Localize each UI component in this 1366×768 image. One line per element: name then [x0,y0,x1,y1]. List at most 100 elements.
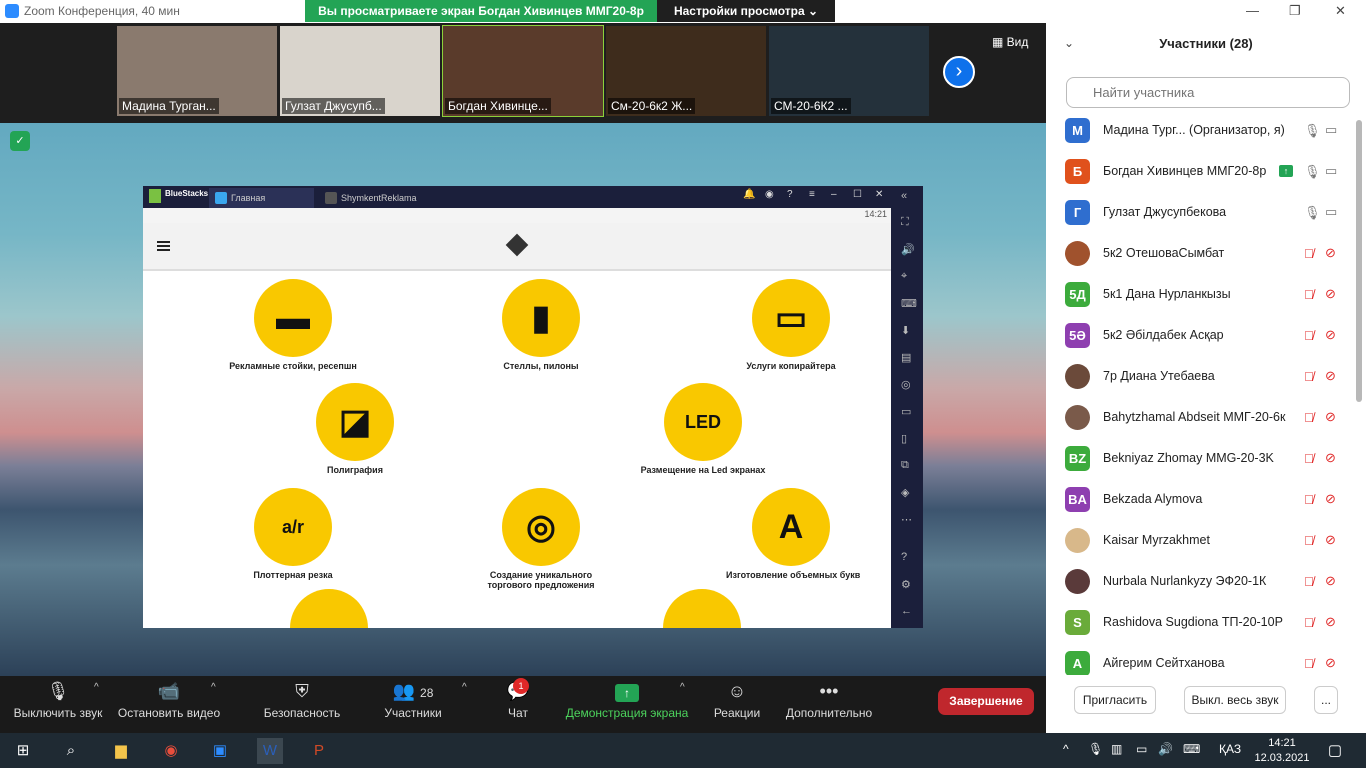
mic-muted-icon[interactable]: 🎙̸ [1304,492,1314,507]
view-button[interactable]: ▦ Вид [992,35,1028,49]
pointer-icon[interactable]: ⌖ [901,270,907,283]
mic-muted-icon[interactable]: 🎙̸ [1304,451,1314,466]
video-off-icon[interactable]: ⊘ [1325,491,1336,507]
volume-icon[interactable]: 🔊 [901,243,915,256]
record-icon[interactable]: ▭ [901,405,911,418]
video-camera-icon[interactable]: ▭ [1325,122,1337,138]
video-off-icon[interactable]: ⊘ [1325,286,1336,302]
service-icon[interactable] [290,589,368,628]
view-settings-button[interactable]: Настройки просмотра ⌄ [657,0,835,22]
screenshot-icon[interactable]: ◎ [901,378,911,391]
collapse-icon[interactable]: « [901,190,907,202]
security-button[interactable]: ⛨ Безопасность [258,676,346,733]
search-input[interactable] [1066,77,1350,108]
participant-row[interactable]: 5Д 5к1 Дана Нурланкызы 🎙̸ ⊘ [1046,275,1366,316]
microphone-icon[interactable]: 🎙 [1088,742,1103,756]
panel-more-button[interactable]: ... [1314,686,1338,714]
location-icon[interactable]: ◈ [901,486,909,499]
video-thumbnail[interactable]: СМ-20-6К2 ... [769,26,929,116]
menu-icon[interactable]: ≡ [809,189,815,200]
participant-row[interactable]: Bahytzhamal Abdseit ММГ-20-6к 🎙̸ ⊘ [1046,398,1366,439]
file-explorer-icon[interactable]: ▆ [108,738,134,764]
mic-muted-icon[interactable]: 🎙̸ [1304,410,1314,425]
video-off-icon[interactable]: ⊘ [1325,409,1336,425]
chevron-up-icon[interactable]: ^ [462,682,467,693]
participant-row[interactable]: BA Bekzada Alymova 🎙̸ ⊘ [1046,480,1366,521]
settings-icon[interactable]: ⚙ [901,578,911,591]
participants-button[interactable]: 👥 28 Участники ^ [378,676,466,733]
service-icon[interactable] [663,589,741,628]
mic-muted-icon[interactable]: 🎙̸ [1304,533,1314,548]
video-thumbnail[interactable]: Богдан Хивинце... [442,25,604,117]
mic-muted-icon[interactable]: 🎙̸ [1304,656,1314,671]
share-screen-button[interactable]: ↑ Демонстрация экрана ^ [562,676,692,733]
service-item[interactable]: a/r Плоттерная резка [228,488,358,580]
service-item[interactable]: A Изготовление объемных букв [726,488,860,580]
tab-app[interactable]: ShymkentReklama [319,188,439,208]
battery-icon[interactable]: ▭ [1136,742,1147,756]
participant-row[interactable]: М Мадина Тург... (Организатор, я) 🎙 ▭ [1046,111,1366,152]
video-off-icon[interactable]: ⊘ [1325,368,1336,384]
bell-icon[interactable]: 🔔 [743,189,755,200]
participant-row[interactable]: S Rashidova Sugdiona ТП-20-10Р 🎙̸ ⊘ [1046,603,1366,644]
mic-muted-icon[interactable]: 🎙̸ [1304,287,1314,302]
video-off-icon[interactable]: ⊘ [1325,532,1336,548]
service-item[interactable]: ▬ Рекламные стойки, ресепшн [228,279,358,371]
participant-row[interactable]: Г Гулзат Джусупбекова 🎙 ▭ [1046,193,1366,234]
mic-muted-icon[interactable]: 🎙̸ [1304,615,1314,630]
video-off-icon[interactable]: ⊘ [1325,614,1336,630]
keyboard-icon[interactable]: ⌨ [901,297,917,310]
microphone-icon[interactable]: 🎙 [1304,164,1321,180]
video-off-icon[interactable]: ⊘ [1325,450,1336,466]
mic-muted-icon[interactable]: 🎙̸ [1304,328,1314,343]
close-icon[interactable]: ✕ [1335,3,1346,19]
account-icon[interactable]: ◉ [765,189,774,200]
end-meeting-button[interactable]: Завершение [938,688,1034,715]
invite-button[interactable]: Пригласить [1074,686,1156,714]
participant-row[interactable]: Nurbala Nurlankyzy ЭФ20-1К 🎙̸ ⊘ [1046,562,1366,603]
service-item[interactable]: ◎ Создание уникального торгового предложе… [476,488,606,590]
chevron-up-icon[interactable]: ^ [211,682,216,693]
service-item[interactable]: ▮ Стеллы, пилоны [476,279,606,371]
mute-button[interactable]: 🎙 Выключить звук ^ [8,676,108,733]
chevron-up-icon[interactable]: ^ [94,682,99,693]
chrome-icon[interactable]: ◉ [158,738,184,764]
apk-icon[interactable]: ▤ [901,351,911,364]
notifications-icon[interactable]: ▢ [1322,738,1348,764]
participant-row[interactable]: Б Богдан Хивинцев ММГ20-8р 🎙 ▭ ↑ [1046,152,1366,193]
video-thumbnail[interactable]: Гулзат Джусупб... [280,26,440,116]
zoom-icon[interactable]: ▣ [207,738,233,764]
mic-muted-icon[interactable]: 🎙̸ [1304,574,1314,589]
powerpoint-icon[interactable]: P [306,738,332,764]
stop-video-button[interactable]: 📹 Остановить видео ^ [115,676,223,733]
chat-button[interactable]: 💬Чат 1 [496,676,540,733]
hamburger-icon[interactable] [157,241,170,251]
help-side-icon[interactable]: ? [901,551,907,563]
video-off-icon[interactable]: ⊘ [1325,327,1336,343]
video-thumbnail[interactable]: См-20-6к2 Ж... [606,26,766,116]
video-off-icon[interactable]: ⊘ [1325,655,1336,671]
search-icon[interactable]: ⌕ [58,738,84,764]
windows-start-icon[interactable]: ⊞ [10,738,36,764]
install-icon[interactable]: ⬇ [901,324,910,337]
word-icon[interactable]: W [257,738,283,764]
microphone-icon[interactable]: 🎙 [1304,123,1321,139]
participant-row[interactable]: 5к2 ОтешоваСымбат 🎙̸ ⊘ [1046,234,1366,275]
microphone-icon[interactable]: 🎙 [1304,205,1321,221]
participant-row[interactable]: 7р Диана Утебаева 🎙̸ ⊘ [1046,357,1366,398]
help-icon[interactable]: ? [787,189,793,200]
minimize-icon[interactable]: — [1246,3,1259,18]
video-off-icon[interactable]: ⊘ [1325,573,1336,589]
scrollbar[interactable] [1356,120,1362,402]
video-camera-icon[interactable]: ▭ [1325,163,1337,179]
chevron-up-icon[interactable]: ^ [1063,742,1069,756]
participant-row[interactable]: Kaisar Myrzakhmet 🎙̸ ⊘ [1046,521,1366,562]
participant-row[interactable]: А Айгерим Сейтханова 🎙̸ ⊘ [1046,644,1366,675]
service-item[interactable]: LED Размещение на Led экранах [638,383,768,475]
participant-row[interactable]: 5Ә 5к2 Әбілдабек Асқар 🎙̸ ⊘ [1046,316,1366,357]
speaker-icon[interactable]: 🔊 [1158,742,1173,756]
minimize-icon[interactable]: – [831,189,837,200]
language-indicator[interactable]: ҚАЗ [1219,742,1241,756]
participant-row[interactable]: BZ Bekniyaz Zhomay MMG-20-3K 🎙̸ ⊘ [1046,439,1366,480]
network-icon[interactable]: ▥ [1111,742,1122,756]
